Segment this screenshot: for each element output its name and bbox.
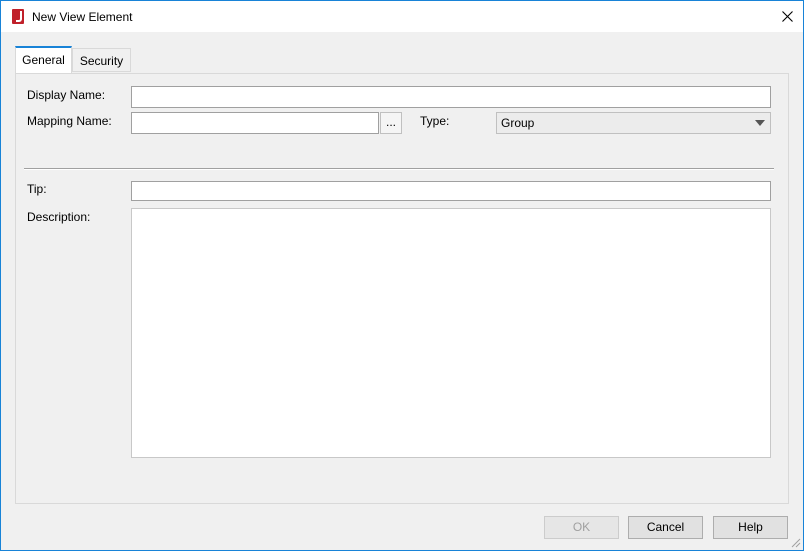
window-title: New View Element	[32, 10, 133, 24]
type-label: Type:	[420, 114, 450, 128]
mapping-name-field[interactable]	[131, 112, 379, 134]
cancel-button[interactable]: Cancel	[628, 516, 703, 539]
tab-security[interactable]: Security	[72, 48, 131, 72]
tab-label: General	[22, 53, 65, 67]
description-textarea[interactable]	[131, 208, 771, 458]
title-bar[interactable]: New View Element	[1, 1, 803, 32]
browse-button[interactable]: ...	[380, 112, 402, 134]
display-name-label: Display Name:	[27, 88, 106, 102]
report-app-icon	[12, 9, 24, 24]
tip-field[interactable]	[131, 181, 771, 201]
tab-general[interactable]: General	[15, 46, 72, 73]
tip-label: Tip:	[27, 182, 47, 196]
tab-label: Security	[79, 54, 124, 68]
ok-button[interactable]: OK	[544, 516, 619, 539]
mapping-name-label: Mapping Name:	[27, 114, 112, 128]
type-select[interactable]: Group	[496, 112, 771, 134]
description-label: Description:	[27, 210, 91, 224]
general-panel: Display Name: Mapping Name: ... Type: Gr…	[15, 73, 789, 504]
type-value: Group	[501, 116, 535, 130]
display-name-field[interactable]	[131, 86, 771, 108]
resize-grip-icon[interactable]	[790, 537, 801, 548]
dialog-window: New View Element General Security Displa…	[0, 0, 804, 551]
section-divider	[24, 168, 774, 170]
help-button[interactable]: Help	[713, 516, 788, 539]
close-icon	[782, 11, 793, 22]
chevron-down-icon	[755, 120, 765, 126]
close-button[interactable]	[773, 1, 803, 32]
